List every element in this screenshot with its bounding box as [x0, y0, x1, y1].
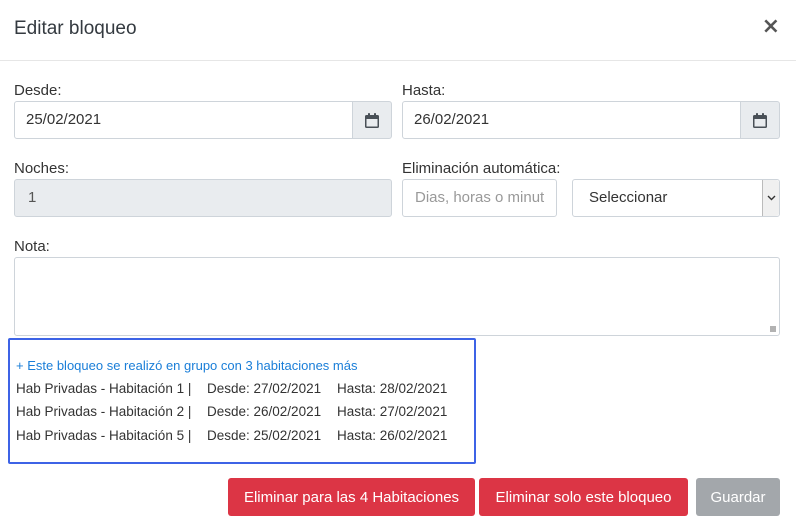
desde-calendar-button[interactable] — [352, 101, 392, 139]
calendar-icon — [365, 112, 379, 128]
eliminacion-unit-select[interactable]: Seleccionar — [572, 179, 780, 217]
chevron-down-icon — [762, 180, 779, 216]
save-button[interactable]: Guardar — [696, 478, 780, 516]
room-name: Hab Privadas - Habitación 2 | — [16, 404, 192, 419]
nota-textarea[interactable] — [14, 257, 780, 336]
room-hasta: Hasta: 27/02/2021 — [337, 404, 448, 419]
group-expand-link[interactable]: + Este bloqueo se realizó en grupo con 3… — [16, 358, 357, 373]
modal-title: Editar bloqueo — [14, 18, 137, 39]
calendar-icon — [753, 112, 767, 128]
delete-this-block-button[interactable]: Eliminar solo este bloqueo — [479, 478, 688, 516]
room-desde: Desde: 25/02/2021 — [207, 428, 322, 443]
modal-header: Editar bloqueo × — [0, 0, 796, 61]
room-desde: Desde: 26/02/2021 — [207, 404, 322, 419]
desde-label: Desde: — [14, 82, 62, 99]
hasta-date-input[interactable]: 26/02/2021 — [402, 101, 741, 139]
noches-input: 1 — [14, 179, 392, 217]
resize-grip-icon[interactable] — [770, 326, 776, 332]
eliminacion-duration-input[interactable]: Dias, horas o minut — [402, 179, 557, 217]
room-desde: Desde: 27/02/2021 — [207, 381, 322, 396]
select-value: Seleccionar — [589, 189, 668, 206]
room-name: Hab Privadas - Habitación 5 | — [16, 428, 192, 443]
close-icon[interactable]: × — [762, 15, 780, 39]
room-name: Hab Privadas - Habitación 1 | — [16, 381, 192, 396]
desde-date-input[interactable]: 25/02/2021 — [14, 101, 353, 139]
nota-label: Nota: — [14, 238, 50, 255]
noches-label: Noches: — [14, 160, 70, 177]
hasta-calendar-button[interactable] — [740, 101, 780, 139]
hasta-label: Hasta: — [402, 82, 446, 99]
room-hasta: Hasta: 26/02/2021 — [337, 428, 448, 443]
delete-all-rooms-button[interactable]: Eliminar para las 4 Habitaciones — [228, 478, 475, 516]
room-hasta: Hasta: 28/02/2021 — [337, 381, 448, 396]
eliminacion-label: Eliminación automática: — [402, 160, 561, 177]
group-info-box: + Este bloqueo se realizó en grupo con 3… — [8, 338, 476, 464]
